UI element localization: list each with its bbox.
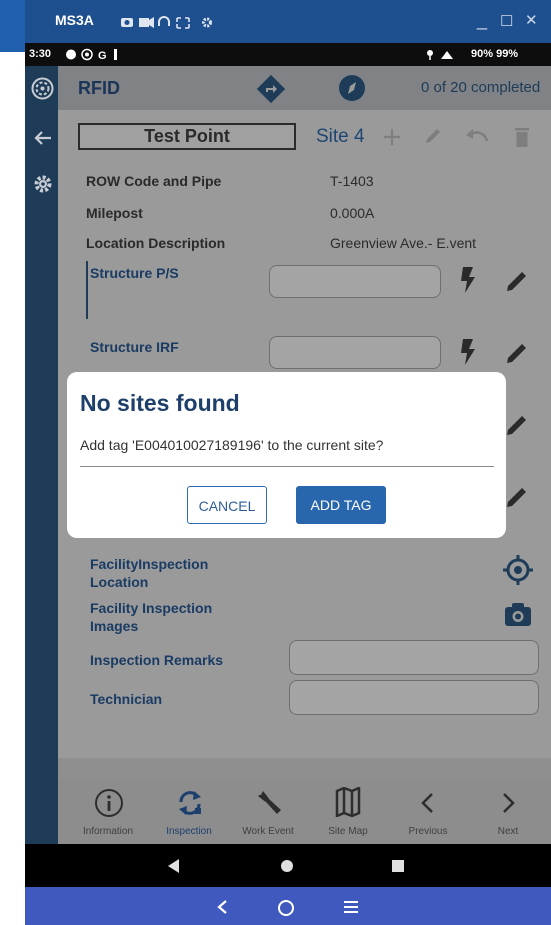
structure-ps-input[interactable] xyxy=(269,265,441,298)
nav-next[interactable]: Next xyxy=(468,778,548,844)
status-signal-icons xyxy=(427,50,453,60)
nav-label: Work Event xyxy=(242,826,294,837)
nav-inspection[interactable]: Inspection xyxy=(149,778,229,844)
titlebar-tool-icons xyxy=(121,16,212,29)
maximize-button[interactable]: ☐ xyxy=(500,12,513,30)
technician-label: Technician xyxy=(90,691,163,707)
rfid-scan-icon[interactable] xyxy=(31,77,54,100)
test-point-label: Test Point xyxy=(144,126,230,146)
cancel-button[interactable]: CANCEL xyxy=(187,486,267,524)
row-code-value: T-1403 xyxy=(330,173,374,189)
add-site-icon[interactable] xyxy=(381,126,403,148)
dialog-title: No sites found xyxy=(80,390,240,416)
host-margin xyxy=(0,52,25,925)
chevron-right-icon xyxy=(503,793,515,813)
facility-images-label: Facility Inspection Images xyxy=(90,600,213,634)
nav-previous[interactable]: Previous xyxy=(388,778,468,844)
android-back-icon[interactable] xyxy=(167,858,181,874)
host-menu-icon[interactable] xyxy=(343,900,359,914)
host-navigation-bar xyxy=(25,887,551,925)
nav-site-map[interactable]: Site Map xyxy=(308,778,388,844)
milepost-label: Milepost xyxy=(86,205,143,221)
nav-label: Next xyxy=(497,826,519,837)
status-time: 3:30 xyxy=(29,48,52,60)
inspection-remarks-input[interactable] xyxy=(289,640,539,675)
row-code-label: ROW Code and Pipe xyxy=(86,173,222,189)
add-tag-button[interactable]: ADD TAG xyxy=(296,486,386,524)
milepost-value: 0.000A xyxy=(330,205,375,221)
progress-text: 0 of 20 completed xyxy=(421,79,541,96)
nav-label: Inspection xyxy=(166,826,212,837)
back-arrow-icon[interactable] xyxy=(33,129,53,147)
refresh-icon xyxy=(179,791,201,815)
map-icon xyxy=(335,787,361,817)
info-icon xyxy=(95,789,123,817)
host-back-icon[interactable] xyxy=(215,899,229,915)
sidebar xyxy=(25,66,58,844)
target-location-icon[interactable] xyxy=(502,554,534,586)
android-navigation-bar xyxy=(25,844,551,887)
no-sites-dialog: No sites found Add tag 'E004010027189196… xyxy=(67,372,506,538)
close-button[interactable]: ✕ xyxy=(525,11,538,29)
app-title: RFID xyxy=(78,78,120,98)
nav-information[interactable]: Information xyxy=(68,778,148,844)
bottom-navigation: Information Inspection Work Event Site M… xyxy=(58,778,551,844)
status-battery: 90% 99% xyxy=(471,48,519,60)
nav-label: Information xyxy=(82,826,134,837)
settings-gear-icon[interactable] xyxy=(33,174,53,194)
facility-location-label: FacilityInspection Location xyxy=(90,556,209,590)
dialog-message: Add tag 'E004010027189196' to the curren… xyxy=(80,437,384,453)
lightning-icon[interactable] xyxy=(459,338,477,366)
delete-icon[interactable] xyxy=(512,123,532,149)
focus-indicator xyxy=(86,261,88,319)
structure-ps-label: Structure P/S xyxy=(90,265,179,281)
chevron-left-icon xyxy=(421,793,433,813)
test-point-selector[interactable]: Test Point xyxy=(78,123,296,150)
inspection-remarks-label: Inspection Remarks xyxy=(90,652,224,668)
wrench-icon xyxy=(258,791,281,814)
pencil-icon[interactable] xyxy=(503,339,531,367)
lightning-icon[interactable] xyxy=(459,266,477,294)
pencil-icon[interactable] xyxy=(503,483,531,511)
svg-text:G: G xyxy=(98,50,107,61)
bottom-divider xyxy=(58,758,551,778)
pencil-icon[interactable] xyxy=(503,411,531,439)
location-description-label: Location Description xyxy=(86,235,226,251)
android-recents-icon[interactable] xyxy=(391,859,405,873)
nav-label: Site Map xyxy=(328,826,368,837)
structure-irf-label: Structure IRF xyxy=(90,339,179,355)
host-home-icon[interactable] xyxy=(277,899,295,917)
site-label: Site 4 xyxy=(316,126,365,147)
dialog-divider xyxy=(80,466,494,467)
nav-work-event[interactable]: Work Event xyxy=(228,778,308,844)
app-bar: RFID 0 of 20 completed xyxy=(25,66,551,110)
window-titlebar: MS3A _ ☐ ✕ xyxy=(25,0,551,43)
window-title: MS3A xyxy=(55,12,94,28)
android-status-bar: 3:30 G 90% 99% xyxy=(25,43,551,66)
pencil-icon[interactable] xyxy=(503,267,531,295)
minimize-button[interactable]: _ xyxy=(477,10,487,31)
nav-label: Previous xyxy=(408,826,448,837)
camera-icon[interactable] xyxy=(504,601,532,627)
compass-icon[interactable] xyxy=(338,74,366,102)
location-description-value: Greenview Ave.- E.vent xyxy=(330,235,477,251)
android-home-icon[interactable] xyxy=(280,859,294,873)
structure-irf-input[interactable] xyxy=(269,336,441,369)
undo-icon[interactable] xyxy=(463,126,491,148)
technician-input[interactable] xyxy=(289,680,539,715)
status-notification-icons: G xyxy=(66,48,117,61)
edit-site-icon[interactable] xyxy=(422,125,444,147)
directions-icon[interactable] xyxy=(257,75,285,103)
